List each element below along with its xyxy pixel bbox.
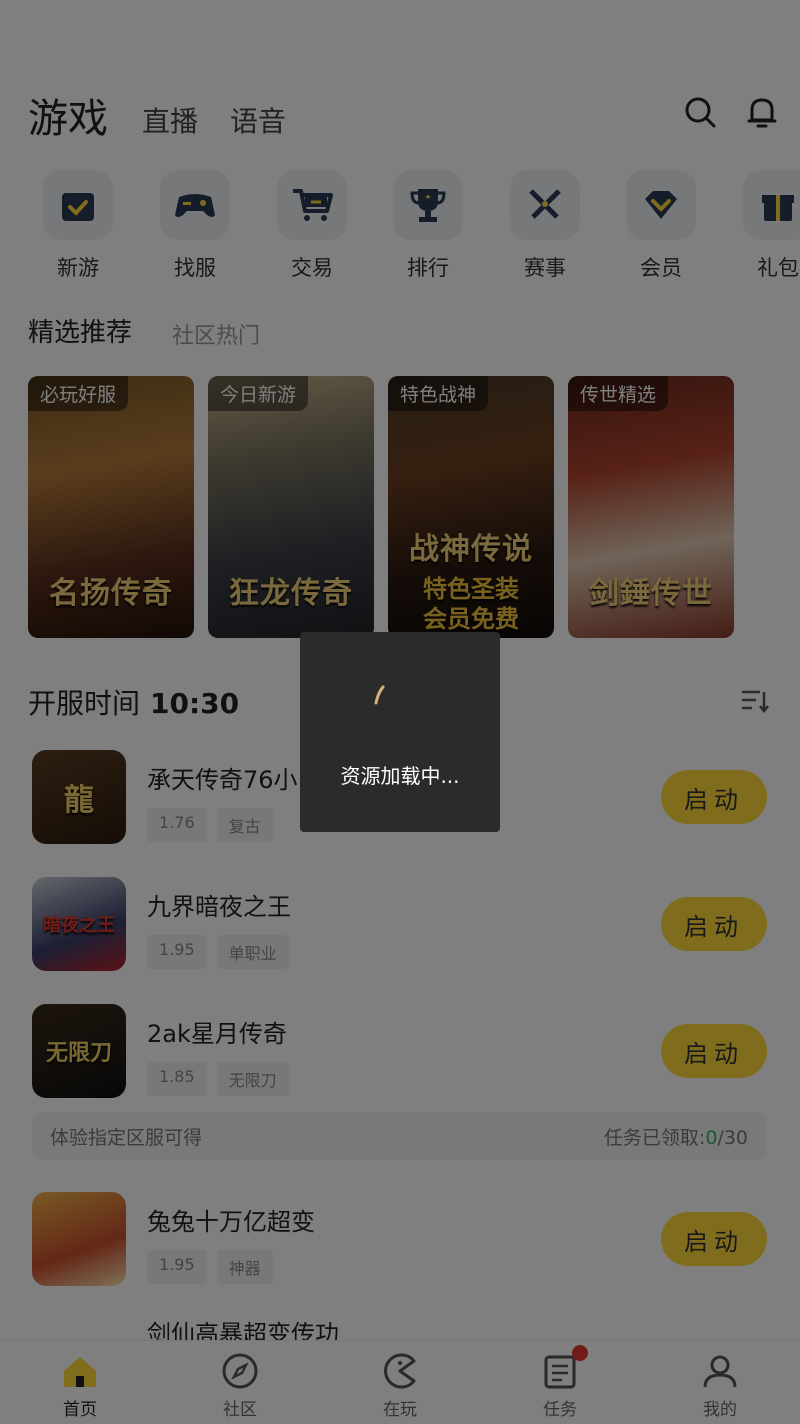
loading-text: 资源加载中... (340, 764, 460, 788)
loading-spinner-icon (374, 685, 385, 705)
loading-dialog (300, 632, 500, 832)
